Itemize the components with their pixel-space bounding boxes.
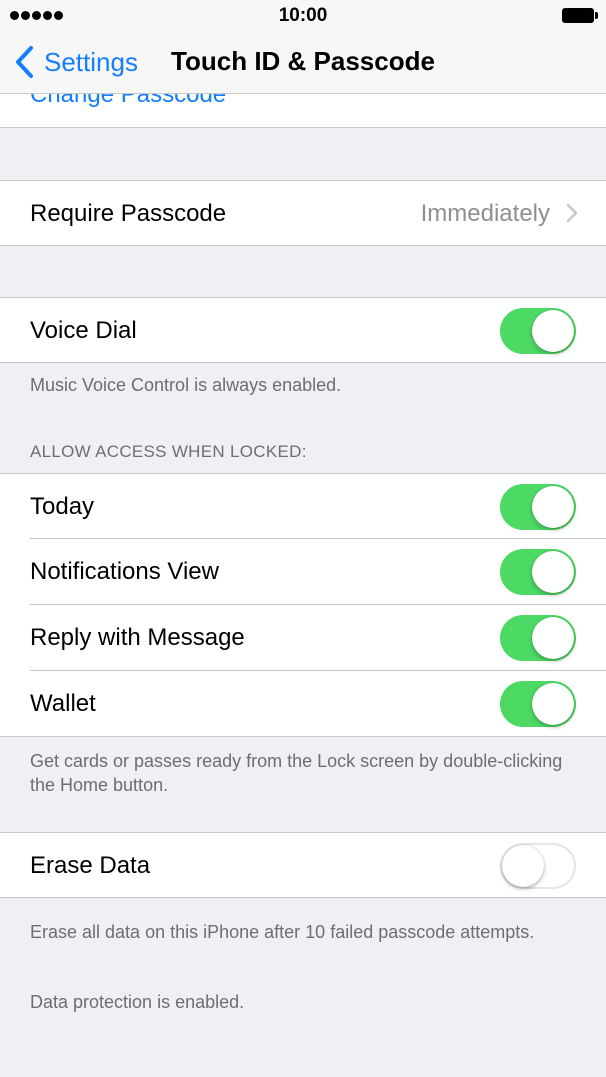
status-time: 10:00	[278, 5, 328, 26]
notifications-view-row: Notifications View	[0, 539, 606, 605]
erase-data-switch[interactable]	[500, 843, 576, 889]
voice-dial-label: Voice Dial	[30, 317, 137, 344]
voice-dial-row: Voice Dial	[0, 297, 606, 363]
notifications-view-label: Notifications View	[30, 558, 219, 585]
change-passcode-row[interactable]: Change Passcode	[0, 94, 606, 128]
wallet-label: Wallet	[30, 690, 96, 717]
voice-dial-footer: Music Voice Control is always enabled.	[30, 375, 342, 395]
navigation-bar: Settings Touch ID & Passcode	[0, 30, 606, 94]
notifications-view-switch[interactable]	[500, 549, 576, 595]
require-passcode-label: Require Passcode	[30, 200, 227, 227]
require-passcode-value: Immediately	[420, 200, 550, 227]
status-bar: 10:00	[0, 0, 606, 30]
allow-access-header: ALLOW ACCESS WHEN LOCKED:	[30, 442, 307, 461]
voice-dial-switch[interactable]	[500, 308, 576, 354]
wallet-row: Wallet	[0, 671, 606, 737]
wallet-switch[interactable]	[500, 681, 576, 727]
erase-data-row: Erase Data	[0, 832, 606, 898]
page-title: Touch ID & Passcode	[171, 46, 435, 76]
today-label: Today	[30, 493, 95, 520]
erase-data-label: Erase Data	[30, 852, 151, 879]
reply-with-message-label: Reply with Message	[30, 624, 245, 651]
chevron-right-icon	[566, 203, 578, 223]
today-switch[interactable]	[500, 484, 576, 530]
require-passcode-row[interactable]: Require Passcode Immediately	[0, 180, 606, 246]
battery-icon	[562, 8, 598, 23]
change-passcode-label: Change Passcode	[30, 94, 227, 108]
erase-data-footer: Erase all data on this iPhone after 10 f…	[30, 922, 535, 942]
data-protection-footer: Data protection is enabled.	[30, 992, 245, 1012]
settings-list[interactable]: Change Passcode Require Passcode Immedia…	[0, 94, 606, 1077]
reply-with-message-switch[interactable]	[500, 615, 576, 661]
reply-with-message-row: Reply with Message	[0, 605, 606, 671]
allow-access-footer: Get cards or passes ready from the Lock …	[30, 751, 563, 795]
today-row: Today	[0, 473, 606, 539]
